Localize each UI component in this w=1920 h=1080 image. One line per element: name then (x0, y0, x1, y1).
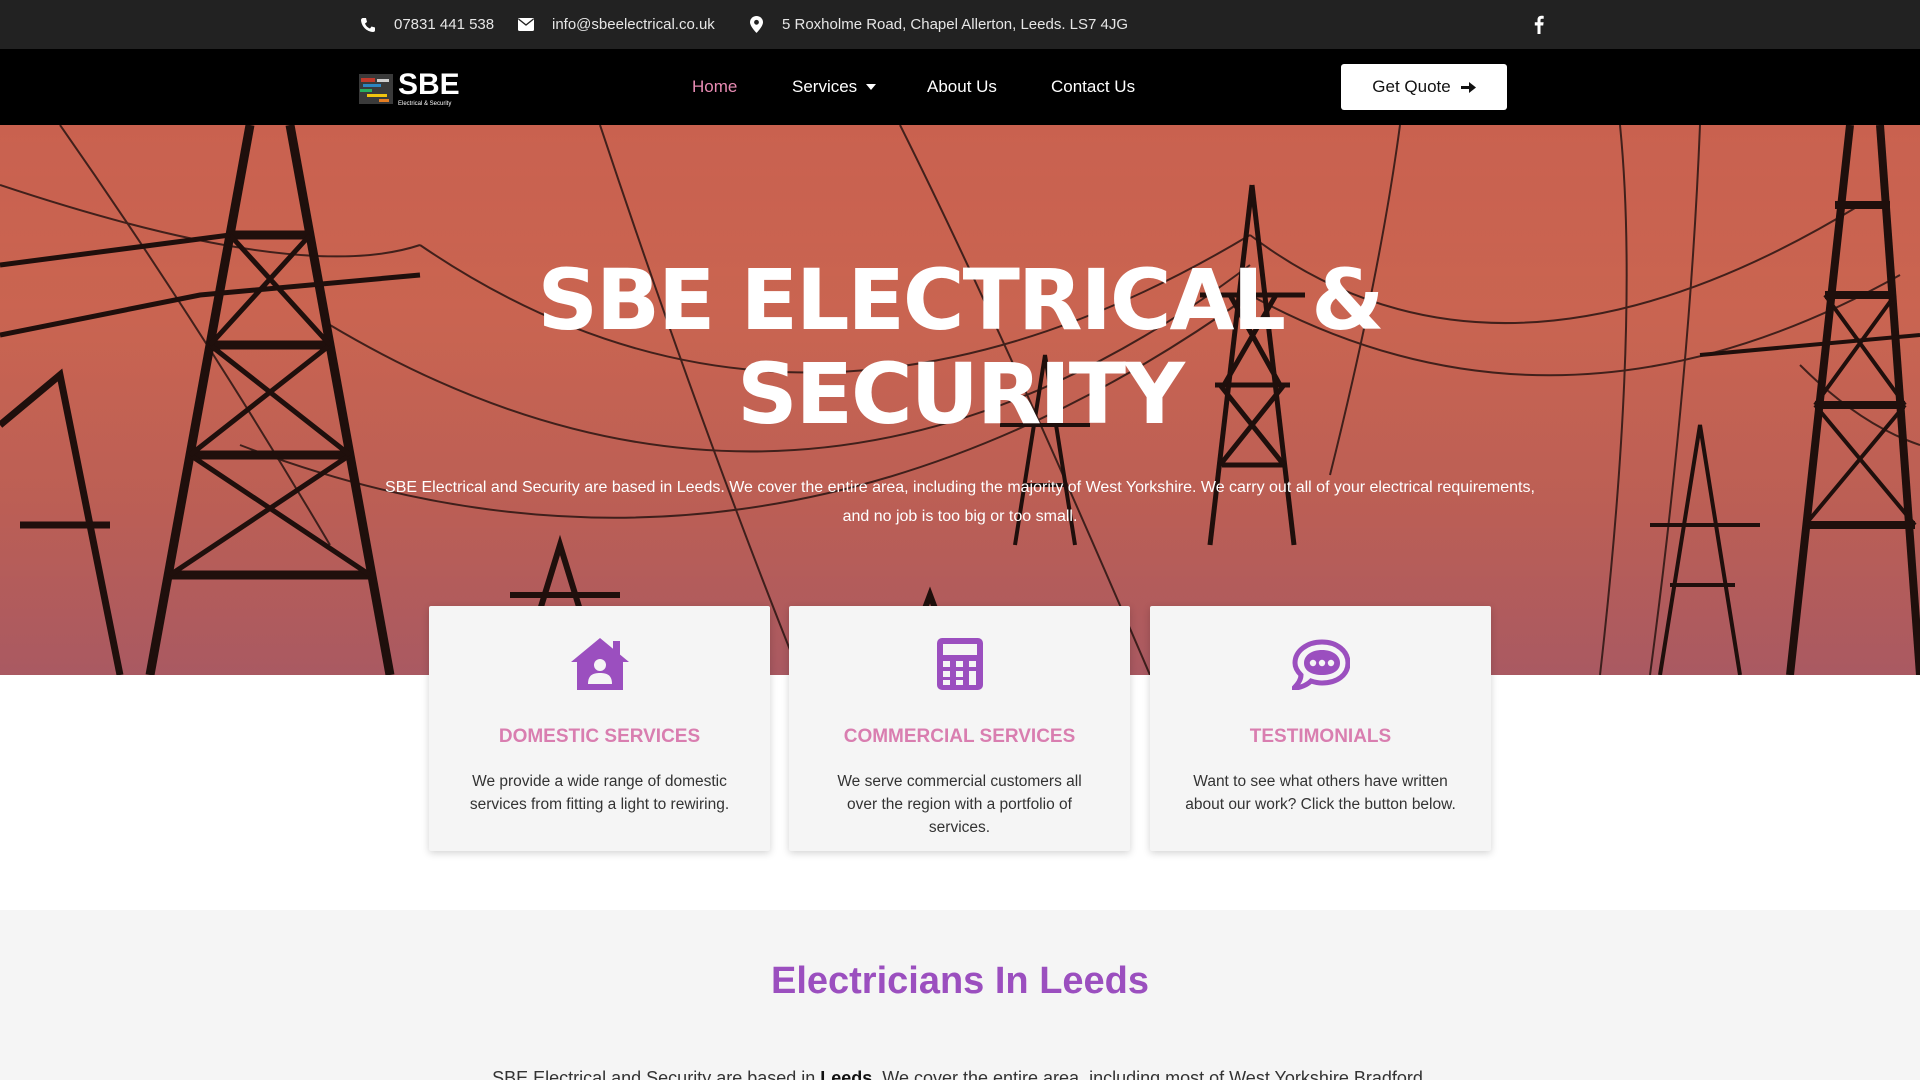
card-title: COMMERCIAL SERVICES (843, 726, 1076, 747)
map-pin-icon (747, 16, 765, 34)
section-text-prefix: SBE Electrical and Security are based in (492, 1068, 821, 1080)
logo-wordmark: SBE (398, 67, 460, 101)
hero-title-line2: SECURITY (737, 345, 1185, 443)
section-text-bold: Leeds (820, 1068, 873, 1080)
card-title: DOMESTIC SERVICES (498, 726, 701, 747)
email-contact[interactable]: info@sbeelectrical.co.uk (517, 0, 715, 49)
nav-services[interactable]: Services (792, 49, 877, 125)
nav-home[interactable]: Home (692, 49, 737, 125)
card-text: We provide a wide range of domestic serv… (469, 773, 730, 813)
speech-bubble-icon (1150, 638, 1491, 692)
get-quote-label: Get Quote (1372, 77, 1451, 96)
facebook-icon[interactable] (1530, 12, 1548, 36)
phone-icon (359, 16, 377, 34)
arrow-right-icon (1460, 81, 1476, 93)
address-contact[interactable]: 5 Roxholme Road, Chapel Allerton, Leeds.… (747, 0, 1128, 49)
top-contact-bar: 07831 441 538 info@sbeelectrical.co.uk 5… (0, 0, 1920, 49)
phone-number: 07831 441 538 (394, 16, 495, 33)
service-card-domestic[interactable]: DOMESTIC SERVICES We provide a wide rang… (429, 606, 770, 851)
site-logo[interactable]: SBE Electrical & Security (359, 69, 469, 107)
get-quote-button[interactable]: Get Quote (1341, 64, 1507, 110)
caret-down-icon (866, 84, 877, 90)
email-address: info@sbeelectrical.co.uk (552, 16, 715, 33)
street-address: 5 Roxholme Road, Chapel Allerton, Leeds.… (782, 16, 1129, 33)
hero-banner: SBE ELECTRICAL & SECURITY SBE Electrical… (0, 125, 1920, 675)
envelope-icon (517, 16, 535, 34)
hero-title: SBE ELECTRICAL & SECURITY (360, 253, 1560, 441)
hero-description: SBE Electrical and Security are based in… (385, 479, 1535, 525)
main-navigation: SBE Electrical & Security Home Services … (0, 49, 1920, 125)
phone-contact[interactable]: 07831 441 538 (359, 0, 494, 49)
electricians-section: Electricians In Leeds SBE Electrical and… (0, 910, 1920, 1080)
section-intro-text: SBE Electrical and Security are based in… (440, 1068, 1480, 1080)
hero-title-line1: SBE ELECTRICAL & (537, 251, 1385, 349)
card-text: Want to see what others have written abo… (1185, 773, 1456, 813)
nav-contact[interactable]: Contact Us (1051, 49, 1135, 125)
card-text: We serve commercial customers all over t… (837, 773, 1082, 836)
logo-graphic (359, 70, 395, 106)
service-card-testimonials[interactable]: TESTIMONIALS Want to see what others hav… (1150, 606, 1491, 851)
logo-tagline: Electrical & Security (398, 100, 452, 107)
section-text-suffix: . We cover the entire area, including mo… (872, 1068, 1428, 1080)
calculator-icon (789, 638, 1130, 692)
card-title: TESTIMONIALS (1249, 726, 1392, 747)
house-user-icon (429, 638, 770, 692)
section-title: Electricians In Leeds (770, 960, 1150, 1002)
nav-services-label: Services (792, 77, 858, 96)
service-card-commercial[interactable]: COMMERCIAL SERVICES We serve commercial … (789, 606, 1130, 851)
nav-about[interactable]: About Us (927, 49, 997, 125)
